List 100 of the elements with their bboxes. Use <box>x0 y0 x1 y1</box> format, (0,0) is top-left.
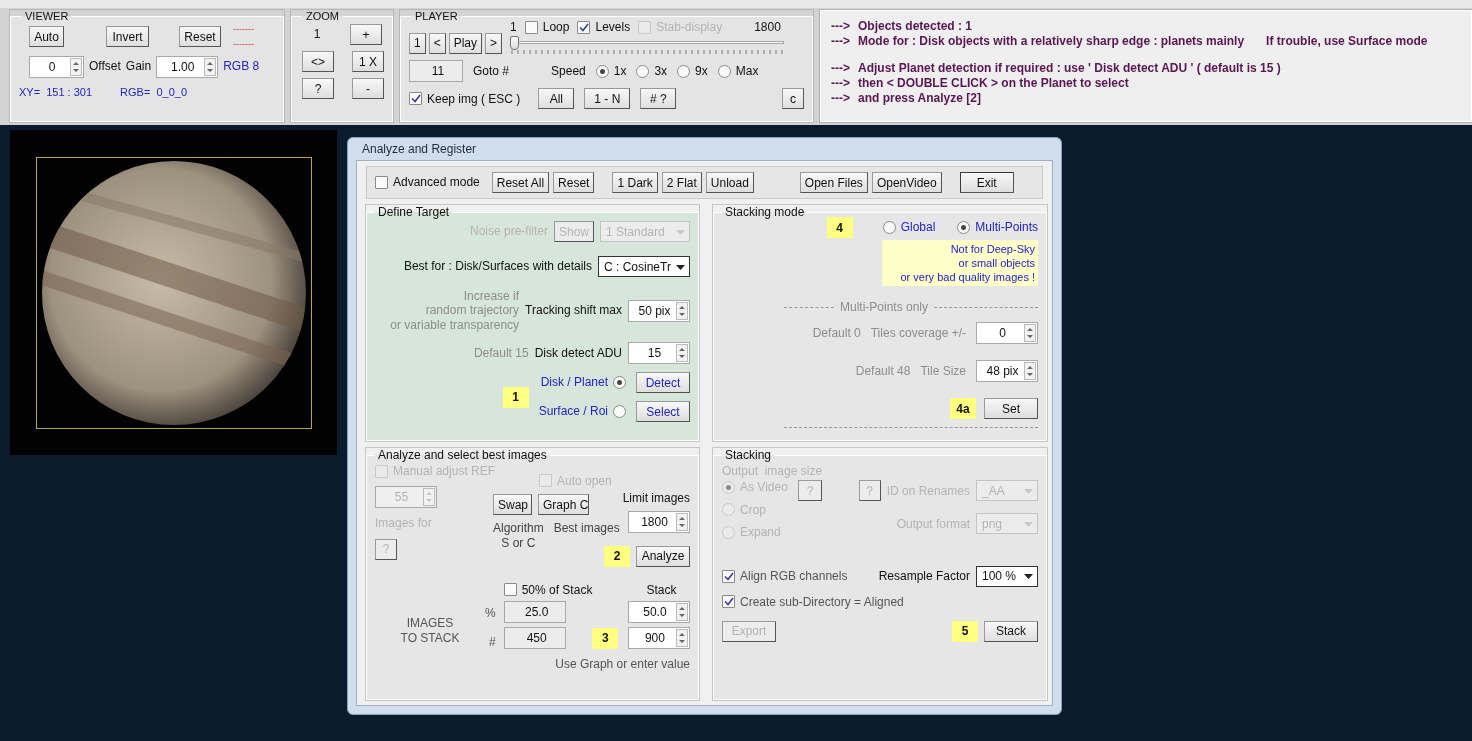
checkbox-label: Advanced mode <box>393 175 480 190</box>
radio-button[interactable] <box>636 64 650 78</box>
toolbar-button[interactable]: Reset <box>553 172 595 193</box>
all-button[interactable]: All <box>538 88 575 110</box>
spinner-icon[interactable] <box>676 344 688 363</box>
spinner-icon[interactable] <box>676 603 689 622</box>
spinner-icon[interactable] <box>676 513 688 532</box>
toolbar-button[interactable]: 1 Dark <box>612 172 658 193</box>
panel-title: Define Target <box>377 205 451 219</box>
arrow-marker: ---> <box>831 34 850 49</box>
group-title: ZOOM <box>305 10 340 22</box>
c-button[interactable]: c <box>782 88 804 110</box>
spinner-icon[interactable] <box>676 301 688 320</box>
player-button[interactable]: 1 <box>409 32 426 54</box>
invert-button[interactable]: Invert <box>106 26 149 48</box>
checkbox-label: Loop <box>542 20 570 35</box>
zoom-out-button[interactable]: - <box>352 78 384 99</box>
radio-button[interactable] <box>722 503 735 517</box>
step-number-badge: 5 <box>952 620 978 642</box>
goto-field[interactable]: 11 <box>409 60 463 83</box>
step-number-badge: 3 <box>592 627 619 649</box>
message-text: Mode for : Disk objects with a relatively sharp edge : planets mainly <box>858 34 1245 49</box>
count-label: # <box>489 634 496 650</box>
frame-slider[interactable] <box>510 36 785 49</box>
help-button[interactable]: ? <box>302 78 334 99</box>
number-field[interactable]: 1.00 <box>156 55 219 78</box>
checkbox-label: 50% of Stack <box>521 582 593 598</box>
checkbox[interactable] <box>722 569 735 583</box>
radio-button[interactable] <box>722 481 735 495</box>
toolbar-button[interactable]: Exit <box>959 172 1014 193</box>
count-field[interactable]: 450 <box>503 627 566 650</box>
radio-button[interactable] <box>595 64 609 78</box>
radio-button[interactable] <box>722 525 735 539</box>
toolbar-button[interactable]: 2 Flat <box>661 172 702 193</box>
radio-button[interactable] <box>957 221 971 234</box>
default-hint: Default 15 <box>473 345 529 361</box>
spinner-icon[interactable] <box>676 629 689 648</box>
zoom-in-button[interactable]: + <box>350 24 382 45</box>
caret-icon <box>1023 572 1034 581</box>
number-field[interactable]: 1800 <box>628 511 690 534</box>
player-button[interactable]: Play <box>448 32 483 54</box>
graph-button[interactable]: Graph C <box>538 494 589 516</box>
range-button[interactable]: 1 - N <box>584 88 631 110</box>
fit-button[interactable]: <> <box>302 51 334 72</box>
number-field[interactable]: 15 <box>628 342 690 365</box>
checkbox[interactable] <box>722 595 735 609</box>
radio-label: Max <box>735 64 759 79</box>
frame-number-button[interactable]: # ? <box>640 88 677 110</box>
dropdown[interactable]: C : CosineTr <box>598 256 690 277</box>
spinner-icon[interactable] <box>204 57 217 76</box>
toolbar-button[interactable]: Unload <box>705 172 754 193</box>
mode-button[interactable]: Detect <box>636 372 690 394</box>
slider-thumb[interactable] <box>510 36 520 51</box>
adu-label: Disk detect ADU <box>534 345 622 361</box>
number-field[interactable]: 900 <box>628 627 691 650</box>
zoom-value: 1 <box>312 27 322 42</box>
message-text: Adjust Planet detection if required : use ' Disk detect ADU ' ( default is 15 ) <box>858 61 1281 76</box>
radio-button[interactable] <box>882 221 896 234</box>
stack-button[interactable]: Stack <box>984 620 1038 642</box>
number-field[interactable]: 0 <box>29 55 84 78</box>
spinner-icon[interactable] <box>1024 362 1036 381</box>
dropdown[interactable]: 100 % <box>976 565 1038 587</box>
radio-label: Surface / Roi <box>538 404 608 419</box>
radio-button[interactable] <box>717 64 731 78</box>
panel-title: Analyze and select best images <box>377 448 548 462</box>
message-text: then < DOUBLE CLICK > on the Planet to select <box>858 76 1129 91</box>
auto-button[interactable]: Auto <box>29 26 64 48</box>
checkbox[interactable] <box>524 20 538 34</box>
step-number-badge: 2 <box>604 545 630 567</box>
mode-button[interactable]: Select <box>636 401 690 423</box>
toolbar-button[interactable]: Open Files <box>799 172 868 193</box>
stack-label: Stack <box>646 582 677 598</box>
number-field[interactable]: 50 pix <box>628 299 690 322</box>
reset-button[interactable]: Reset <box>179 26 221 48</box>
spinner-icon[interactable] <box>70 57 82 76</box>
checkbox[interactable] <box>409 92 422 106</box>
number-field[interactable]: 50.0 <box>628 601 691 624</box>
swap-button[interactable]: Swap <box>493 494 532 516</box>
set-button[interactable]: Set <box>984 398 1038 420</box>
spinner-icon[interactable] <box>1024 324 1036 343</box>
zoom-reset-button[interactable]: 1 X <box>352 51 384 72</box>
number-field[interactable]: 48 pix <box>976 360 1038 383</box>
tracking-label: Tracking shift max <box>525 303 622 318</box>
step-number-badge: 4 <box>826 217 853 238</box>
checkbox[interactable] <box>375 176 388 189</box>
caret-icon <box>1023 519 1034 528</box>
checkbox[interactable] <box>577 20 591 34</box>
radio-button[interactable] <box>613 405 626 419</box>
checkbox[interactable] <box>503 583 517 597</box>
toolbar-button[interactable]: Reset All <box>491 172 550 193</box>
number-field[interactable]: 0 <box>976 322 1038 345</box>
radio-button[interactable] <box>613 376 626 390</box>
range-indicator: ------- <box>233 38 254 50</box>
player-button[interactable]: > <box>485 32 503 54</box>
percent-field[interactable]: 25.0 <box>503 601 566 624</box>
analyze-button[interactable]: Analyze <box>636 545 690 567</box>
player-button[interactable]: < <box>428 32 446 54</box>
radio-button[interactable] <box>677 64 691 78</box>
arrow-marker: ---> <box>831 61 850 76</box>
toolbar-button[interactable]: OpenVideo <box>871 172 942 193</box>
